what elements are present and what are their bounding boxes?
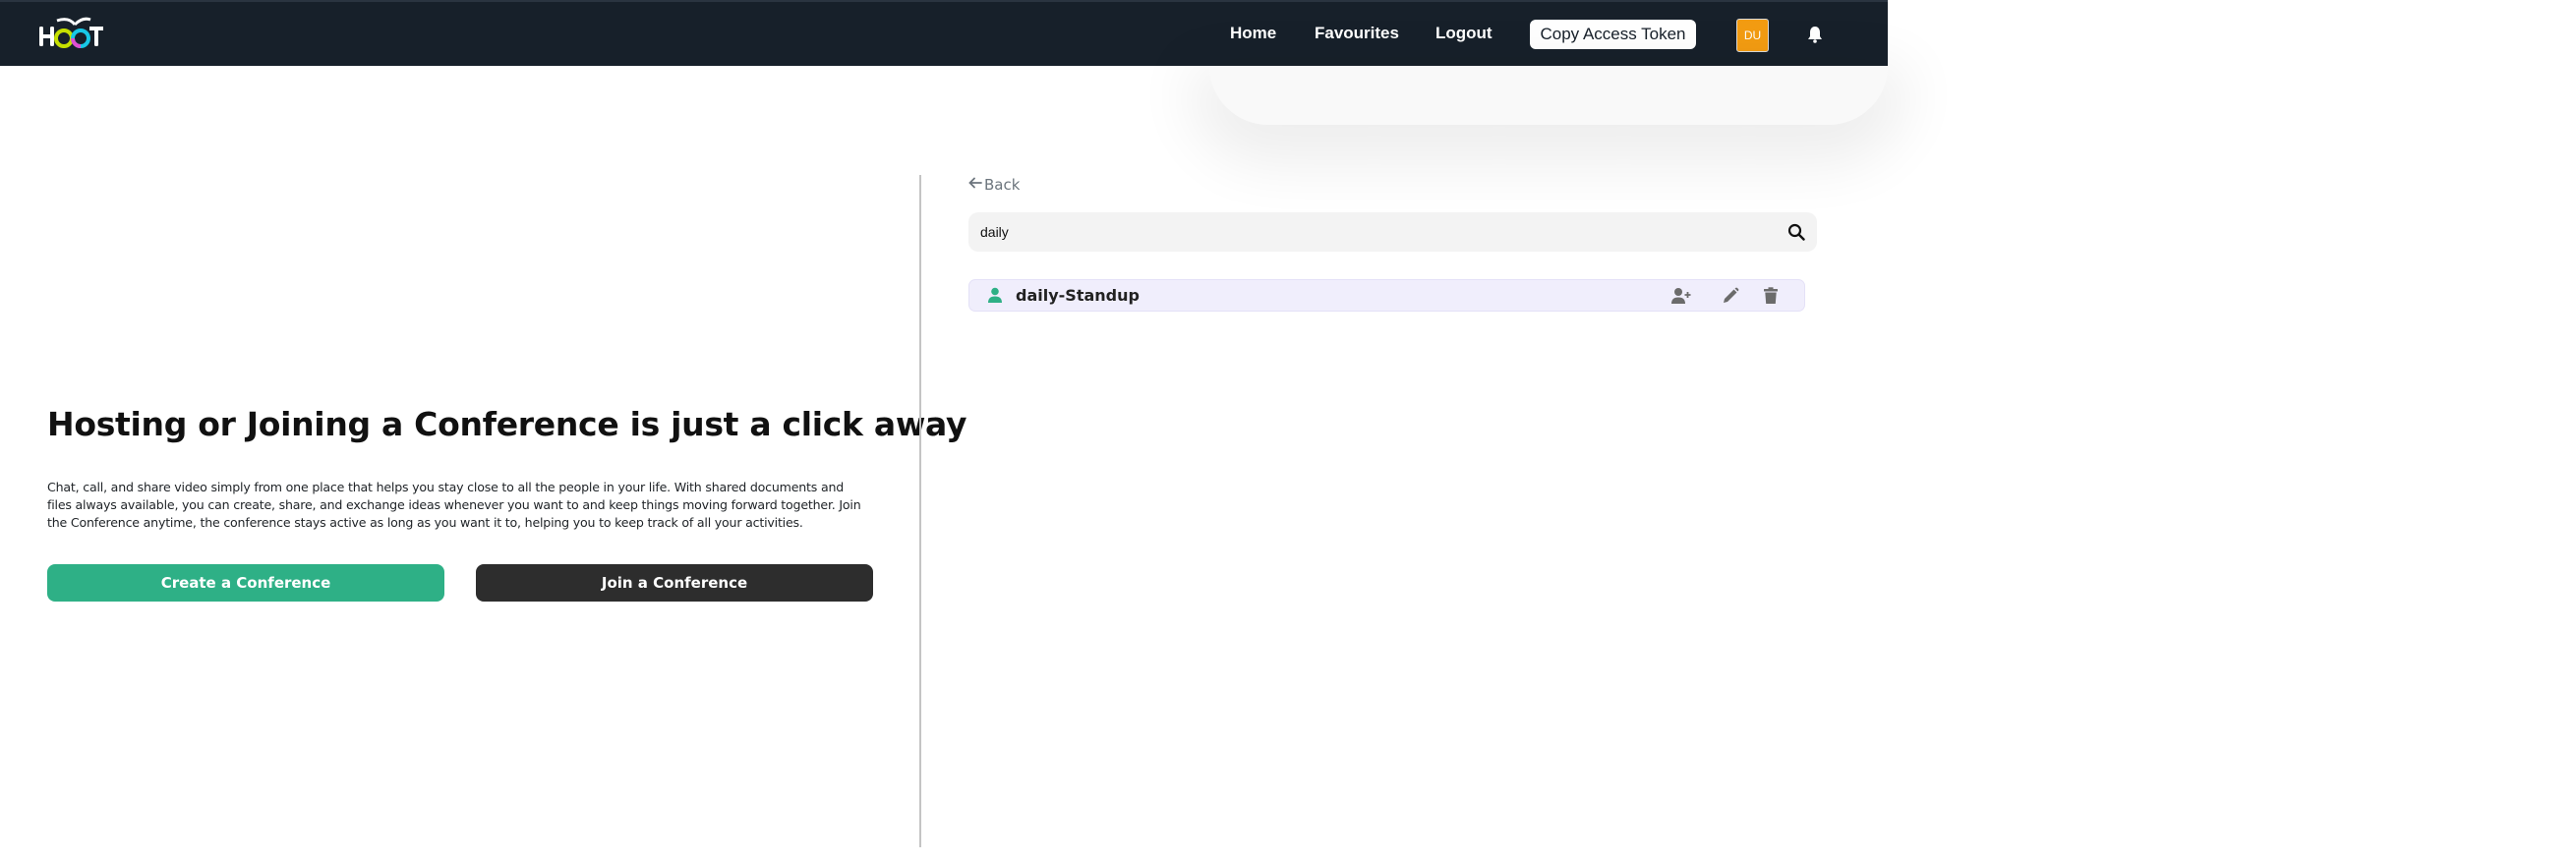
navbar: Home Favourites Logout Copy Access Token… — [0, 0, 1888, 66]
user-plus-icon[interactable] — [1671, 287, 1691, 305]
user-avatar[interactable]: DU — [1736, 19, 1769, 52]
bell-icon[interactable] — [1807, 26, 1823, 43]
trash-icon[interactable] — [1763, 287, 1779, 305]
search-icon[interactable] — [1787, 223, 1805, 241]
nav-logout-link[interactable]: Logout — [1435, 24, 1493, 43]
search-input[interactable] — [980, 212, 1767, 252]
hoot-logo[interactable] — [37, 15, 104, 50]
user-icon — [987, 287, 1003, 303]
hero-title: Hosting or Joining a Conference is just … — [47, 405, 967, 443]
copy-access-token-button[interactable]: Copy Access Token — [1530, 20, 1696, 49]
hero-description: Chat, call, and share video simply from … — [47, 480, 861, 530]
arrow-left-icon — [968, 176, 982, 194]
nav-favourites-link[interactable]: Favourites — [1315, 24, 1399, 43]
search-bar — [968, 212, 1817, 252]
dropdown-shadow — [1209, 66, 1888, 125]
nav-home-link[interactable]: Home — [1230, 24, 1276, 43]
pencil-icon[interactable] — [1722, 287, 1741, 305]
join-conference-button[interactable]: Join a Conference — [476, 564, 873, 602]
create-conference-button[interactable]: Create a Conference — [47, 564, 444, 602]
back-label: Back — [984, 176, 1021, 194]
list-item[interactable]: daily-Standup — [968, 279, 1805, 312]
vertical-divider — [919, 175, 921, 847]
back-link[interactable]: Back — [968, 176, 1020, 194]
conference-name[interactable]: daily-Standup — [1016, 286, 1140, 305]
